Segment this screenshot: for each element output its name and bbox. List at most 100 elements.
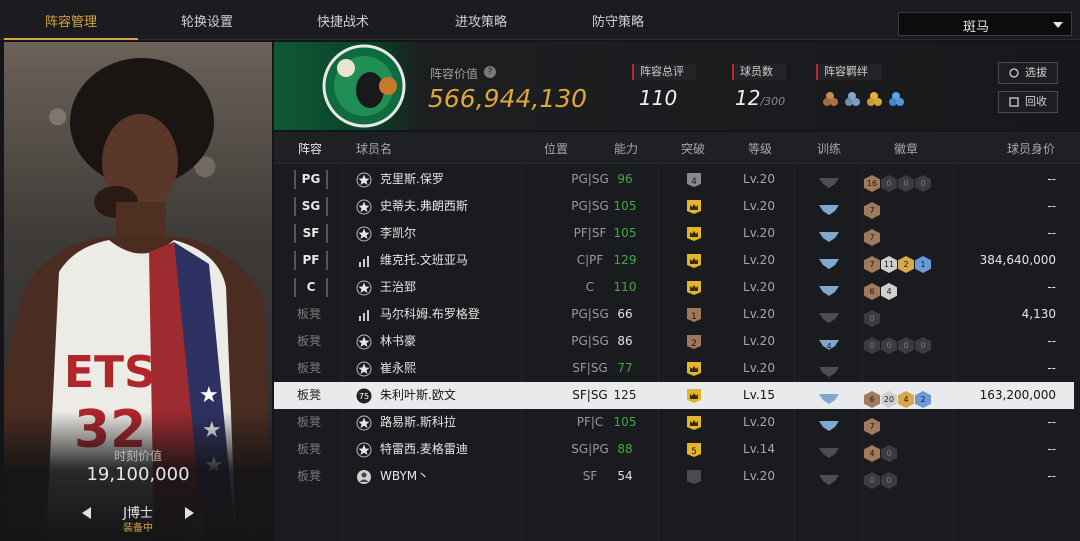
star-icon xyxy=(356,442,372,458)
player-ability: 54 xyxy=(617,469,633,483)
player-level: Lv.20 xyxy=(743,469,775,483)
col-lineup[interactable]: 阵容 xyxy=(298,140,322,157)
help-icon[interactable]: ? xyxy=(484,66,496,78)
team-dropdown[interactable]: 斑马 xyxy=(898,12,1072,36)
col-training[interactable]: 训练 xyxy=(817,140,841,157)
bench-label[interactable]: 板凳 xyxy=(297,409,321,436)
player-ability: 88 xyxy=(617,442,633,456)
player-ability: 96 xyxy=(617,172,633,186)
breakthrough-icon xyxy=(686,226,702,242)
bond-icon-2 xyxy=(845,92,860,106)
player-name[interactable]: 特雷西.麦格雷迪 xyxy=(380,436,468,463)
player-name[interactable]: 林书豪 xyxy=(380,328,416,355)
col-ability[interactable]: 能力 xyxy=(614,140,638,157)
table-row[interactable]: 板凳 马尔科姆.布罗格登 PG|SG 66 1 Lv.20 0 4,130 xyxy=(274,301,1074,328)
bench-label[interactable]: 板凳 xyxy=(297,328,321,355)
lineup-slot[interactable]: C xyxy=(294,278,328,297)
training-icon[interactable] xyxy=(818,201,840,215)
lineup-slot[interactable]: PG xyxy=(294,170,328,189)
player-name[interactable]: 克里斯.保罗 xyxy=(380,166,444,193)
badge-icon: 0 xyxy=(898,337,914,354)
player-name[interactable]: 朱利叶斯.欧文 xyxy=(380,382,456,409)
training-icon[interactable] xyxy=(818,174,840,188)
col-badges[interactable]: 徽章 xyxy=(894,140,918,157)
training-icon[interactable] xyxy=(818,471,840,485)
col-value[interactable]: 球员身价 xyxy=(1007,140,1055,157)
badge-icon: 7 xyxy=(864,229,880,246)
badge-icon: 11 xyxy=(881,256,897,273)
breakthrough-icon: 5 xyxy=(686,442,702,458)
player-name[interactable]: WBYM丶 xyxy=(380,463,429,490)
tab-rotation[interactable]: 轮换设置 xyxy=(140,0,274,40)
player-market-value: -- xyxy=(1047,442,1056,456)
badge-group: 6 20 4 2 xyxy=(864,387,932,408)
training-icon[interactable] xyxy=(818,282,840,296)
player-level: Lv.20 xyxy=(743,307,775,321)
player-name[interactable]: 王治郅 xyxy=(380,274,416,301)
player-count-value: 12 xyxy=(735,86,761,110)
table-row[interactable]: C 王治郅 C 110 Lv.20 6 4 -- xyxy=(274,274,1074,301)
player-level: Lv.20 xyxy=(743,361,775,375)
table-row[interactable]: PG 克里斯.保罗 PG|SG 96 4 Lv.20 16 0 0 0 -- xyxy=(274,166,1074,193)
training-icon[interactable] xyxy=(818,363,840,377)
player-name[interactable]: 崔永熙 xyxy=(380,355,416,382)
star-icon xyxy=(356,199,372,215)
badge-icon: 2 xyxy=(915,391,931,408)
table-row[interactable]: 板凳 林书豪 PG|SG 86 2 Lv.20 4 0 0 0 0 -- xyxy=(274,328,1074,355)
select-button[interactable]: 选拔 xyxy=(998,62,1058,84)
recycle-button[interactable]: 回收 xyxy=(998,91,1058,113)
col-level[interactable]: 等级 xyxy=(748,140,772,157)
lineup-slot[interactable]: PF xyxy=(294,251,328,270)
bench-label[interactable]: 板凳 xyxy=(297,463,321,490)
training-icon[interactable] xyxy=(818,417,840,431)
player-level: Lv.20 xyxy=(743,415,775,429)
table-row[interactable]: 板凳 崔永熙 SF|SG 77 Lv.20 -- xyxy=(274,355,1074,382)
training-icon[interactable] xyxy=(818,390,840,404)
badge-icon: 0 xyxy=(881,175,897,192)
table-row[interactable]: SG 史蒂夫.弗朗西斯 PG|SG 105 Lv.20 7 -- xyxy=(274,193,1074,220)
rating-label: 阵容总评 xyxy=(632,64,696,80)
training-icon[interactable] xyxy=(818,228,840,242)
bench-label[interactable]: 板凳 xyxy=(297,436,321,463)
tab-quick-tactics[interactable]: 快捷战术 xyxy=(276,0,410,40)
team-dropdown-label: 斑马 xyxy=(962,20,989,35)
table-row[interactable]: 板凳 特雷西.麦格雷迪 SG|PG 88 5 Lv.14 4 0 -- xyxy=(274,436,1074,463)
table-row[interactable]: 板凳 路易斯.斯科拉 PF|C 105 Lv.20 7 -- xyxy=(274,409,1074,436)
table-row[interactable]: 板凳 WBYM丶 SF 54 Lv.20 0 0 -- xyxy=(274,463,1074,490)
training-icon[interactable] xyxy=(818,309,840,323)
tab-lineup[interactable]: 阵容管理 xyxy=(4,0,138,40)
player-name[interactable]: 李凯尔 xyxy=(380,220,416,247)
tab-offense[interactable]: 进攻策略 xyxy=(414,0,548,40)
training-icon[interactable] xyxy=(818,255,840,269)
player-name[interactable]: 路易斯.斯科拉 xyxy=(380,409,456,436)
badge-icon: 2 xyxy=(898,256,914,273)
rating-value: 110 xyxy=(639,86,678,110)
player-name[interactable]: 史蒂夫.弗朗西斯 xyxy=(380,193,468,220)
badge-icon: 7 xyxy=(864,202,880,219)
player-name[interactable]: 维克托.文班亚马 xyxy=(380,247,468,274)
table-row[interactable]: 板凳 75 朱利叶斯.欧文 SF|SG 125 Lv.15 6 20 4 2 163,200,000 xyxy=(274,382,1074,409)
select-button-label: 选拔 xyxy=(1025,66,1047,79)
col-breakthrough[interactable]: 突破 xyxy=(681,140,705,157)
table-row[interactable]: SF 李凯尔 PF|SF 105 Lv.20 7 -- xyxy=(274,220,1074,247)
training-icon[interactable] xyxy=(818,444,840,458)
player-ability: 110 xyxy=(613,280,637,294)
chevron-down-icon xyxy=(1053,22,1063,28)
training-icon[interactable]: 4 xyxy=(818,336,840,351)
bond-icon-1 xyxy=(823,92,838,106)
bond-icons[interactable] xyxy=(822,89,912,111)
lineup-slot[interactable]: SF xyxy=(294,224,328,243)
bench-label[interactable]: 板凳 xyxy=(297,355,321,382)
col-name[interactable]: 球员名 xyxy=(356,140,392,157)
col-position[interactable]: 位置 xyxy=(544,140,568,157)
tab-defense[interactable]: 防守策略 xyxy=(551,0,685,40)
star-icon xyxy=(356,334,372,350)
lineup-slot[interactable]: SG xyxy=(294,197,328,216)
player-market-value: 163,200,000 xyxy=(979,388,1056,402)
bench-label[interactable]: 板凳 xyxy=(297,382,321,409)
player-card[interactable]: ETS 32 ★ ★ ★ 时刻价值 19,100,000 J博士 装备中 xyxy=(4,42,272,541)
badge-icon: 0 xyxy=(881,472,897,489)
table-row[interactable]: PF 维克托.文班亚马 C|PF 129 Lv.20 7 11 2 1 384,640,000 xyxy=(274,247,1074,274)
player-name[interactable]: 马尔科姆.布罗格登 xyxy=(380,301,480,328)
bench-label[interactable]: 板凳 xyxy=(297,301,321,328)
